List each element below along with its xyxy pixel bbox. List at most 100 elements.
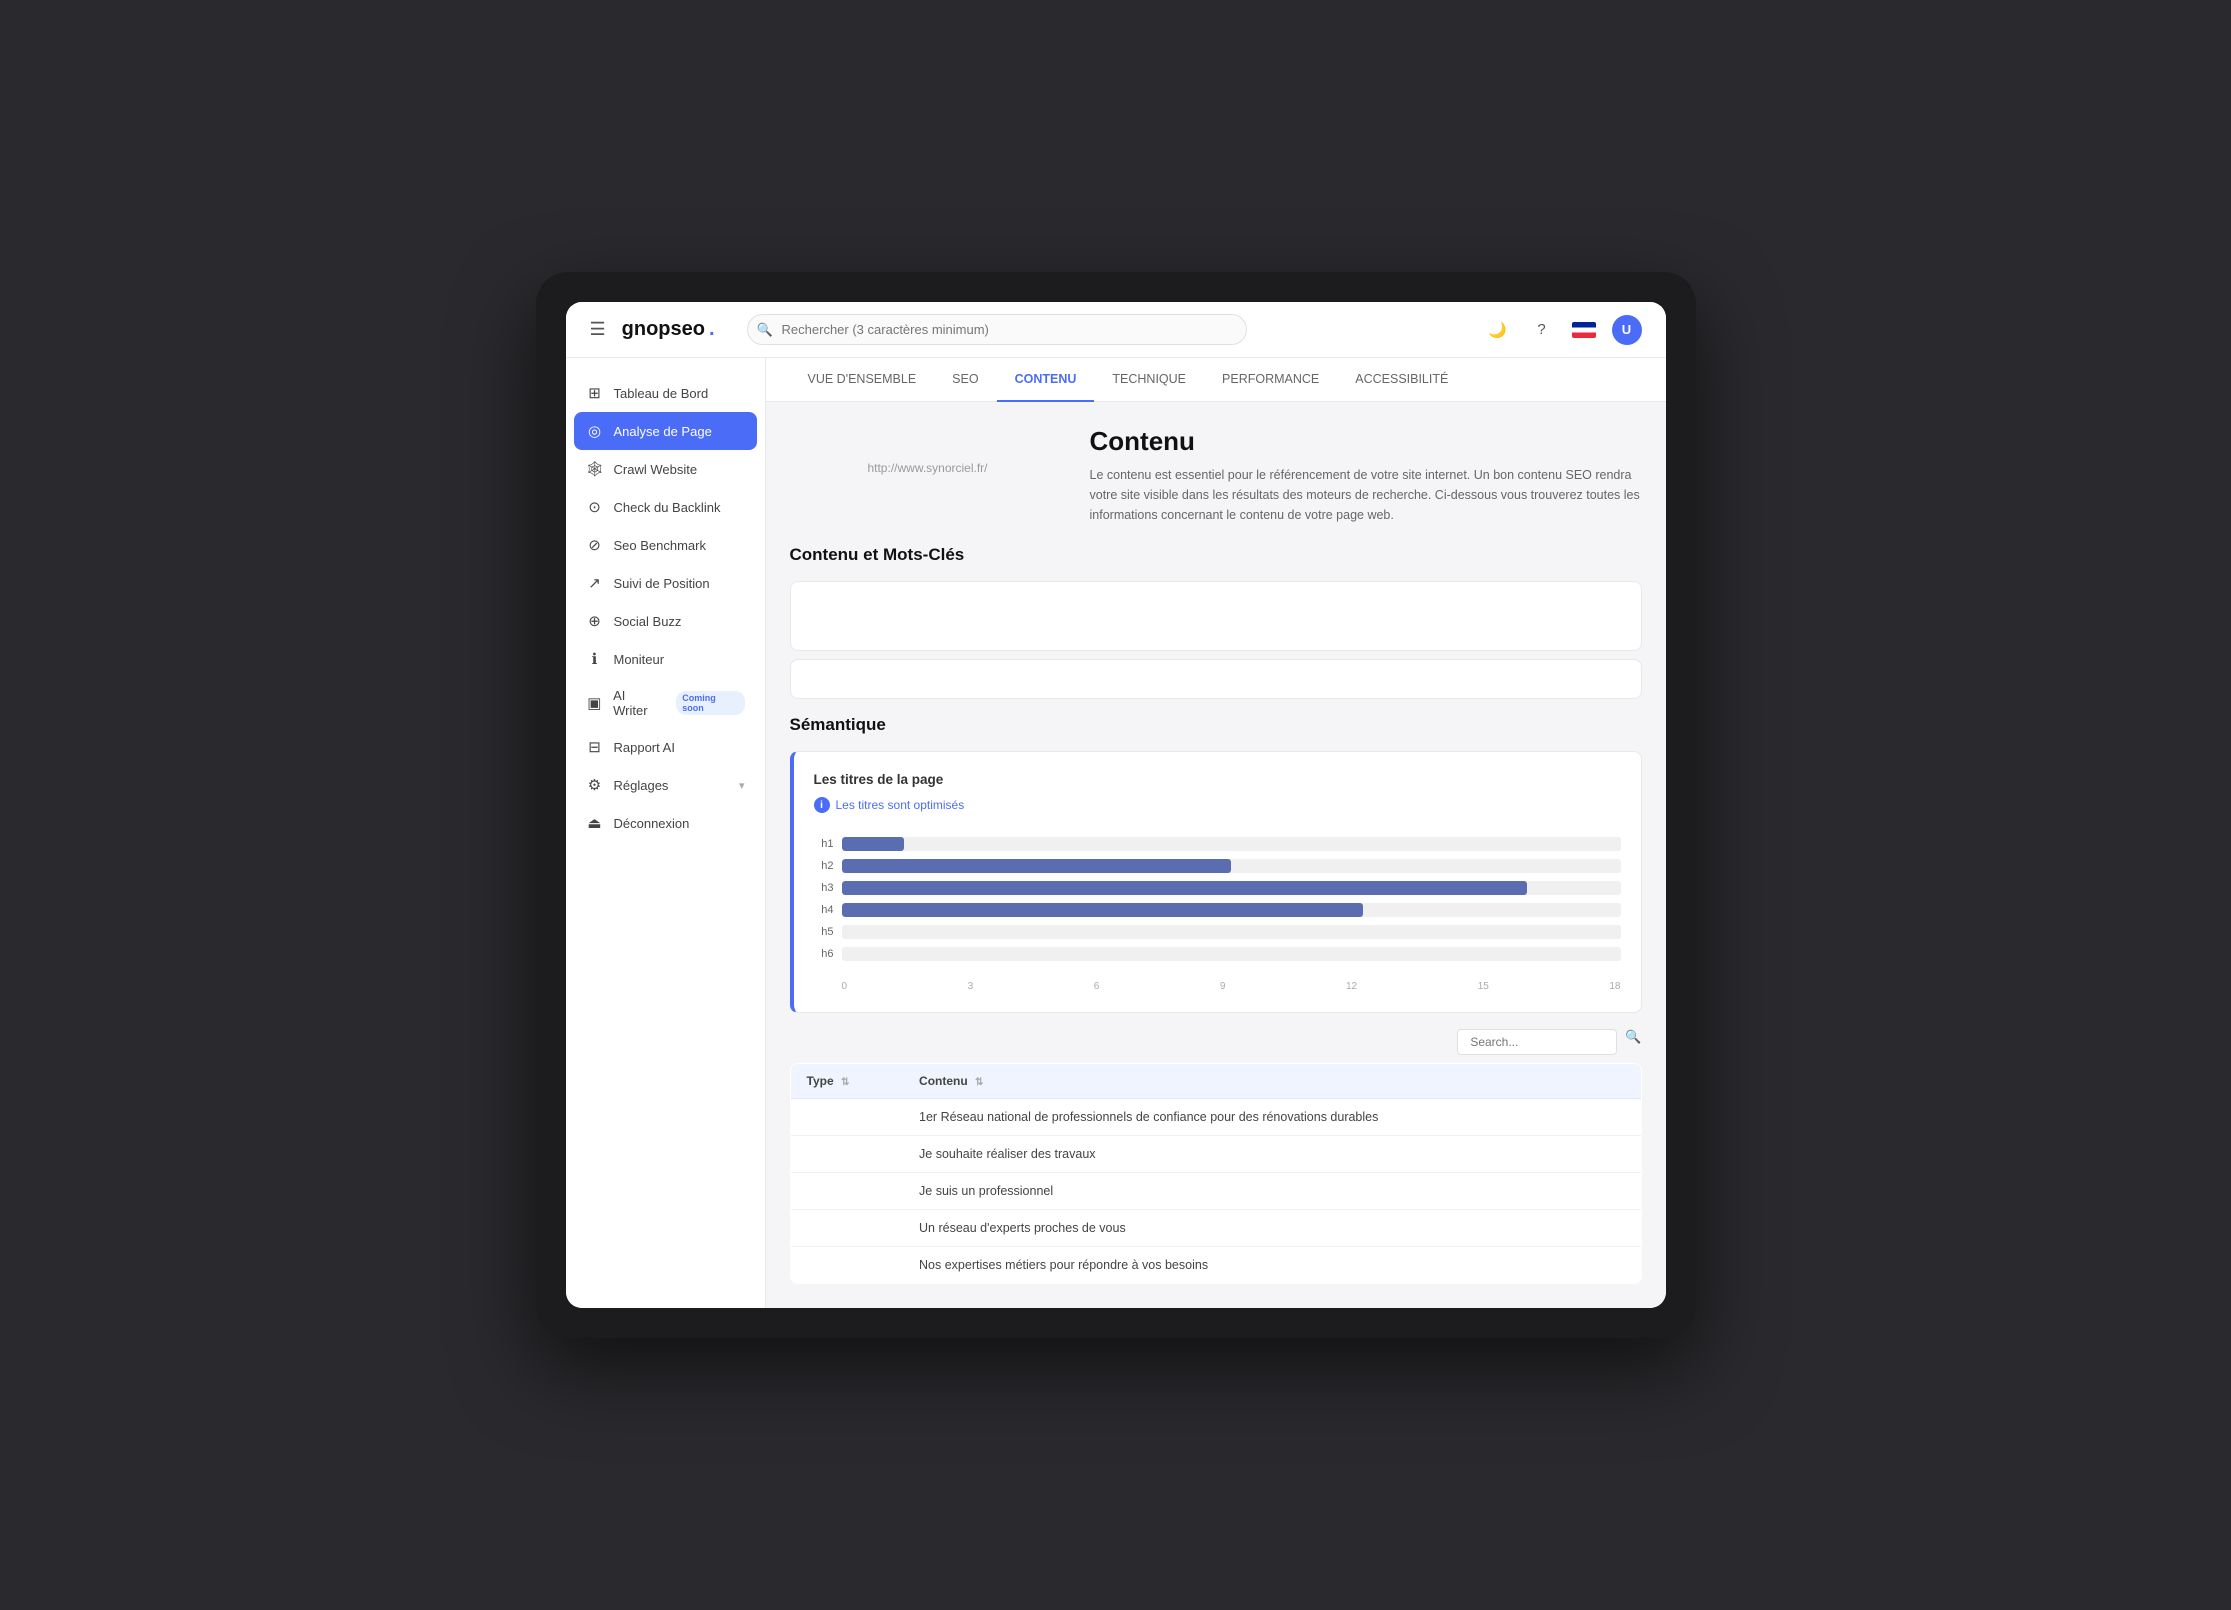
sidebar: ⊞ Tableau de Bord ◎ Analyse de Page 🕸 Cr… (566, 358, 766, 1308)
mots-cles-title: Contenu et Mots-Clés (790, 545, 1642, 565)
sidebar-label-seo-benchmark: Seo Benchmark (614, 538, 707, 553)
bar-label-h4: h4 (814, 904, 834, 916)
table-row: Je suis un professionnel (790, 1173, 1641, 1210)
cell-content-0: 1er Réseau national de professionnels de… (903, 1099, 1641, 1136)
reglages-icon: ⚙ (586, 776, 604, 794)
sidebar-label-analyse-de-page: Analyse de Page (614, 424, 712, 439)
semantique-section: Sémantique Les titres de la page i Les t… (790, 715, 1642, 1284)
bar-label-h6: h6 (814, 948, 834, 960)
sidebar-item-crawl-website[interactable]: 🕸 Crawl Website (566, 450, 765, 488)
tab-performance[interactable]: PERFORMANCE (1204, 358, 1337, 402)
col-contenu[interactable]: Contenu ⇅ (903, 1064, 1641, 1099)
language-flag-icon[interactable] (1572, 322, 1596, 338)
optimized-notice: i Les titres sont optimisés (814, 797, 1621, 813)
mots-cles-chart-placeholder (790, 581, 1642, 651)
table-row: 1er Réseau national de professionnels de… (790, 1099, 1641, 1136)
sidebar-label-rapport-ai: Rapport AI (614, 740, 675, 755)
tab-vue-ensemble[interactable]: VUE D'ENSEMBLE (790, 358, 935, 402)
content-area: VUE D'ENSEMBLE SEO CONTENU TECHNIQUE PER… (766, 358, 1666, 1308)
menu-icon[interactable]: ☰ (590, 319, 606, 340)
table-row: Un réseau d'experts proches de vous (790, 1210, 1641, 1247)
optimized-notice-text: Les titres sont optimisés (836, 798, 965, 812)
cell-content-2: Je suis un professionnel (903, 1173, 1641, 1210)
tab-accessibilite[interactable]: ACCESSIBILITÉ (1337, 358, 1466, 402)
cell-content-3: Un réseau d'experts proches de vous (903, 1210, 1641, 1247)
logo-dot: . (709, 318, 715, 341)
titres-chart-title: Les titres de la page (814, 772, 1621, 787)
tab-contenu[interactable]: CONTENU (997, 358, 1095, 402)
dark-mode-icon[interactable]: 🌙 (1484, 316, 1512, 344)
sidebar-item-suivi-de-position[interactable]: ↗ Suivi de Position (566, 564, 765, 602)
help-icon[interactable]: ? (1528, 316, 1556, 344)
page-url: http://www.synorciel.fr/ (867, 461, 987, 475)
sidebar-item-tableau-de-bord[interactable]: ⊞ Tableau de Bord (566, 374, 765, 412)
content-inner: http://www.synorciel.fr/ Contenu Le cont… (766, 402, 1666, 1308)
sidebar-label-reglages: Réglages (614, 778, 669, 793)
bar-row-h4: h4 (814, 903, 1621, 917)
bar-track-h1 (842, 837, 1621, 851)
sidebar-label-ai-writer: AI Writer (613, 688, 662, 718)
sidebar-item-seo-benchmark[interactable]: ⊘ Seo Benchmark (566, 526, 765, 564)
sidebar-label-social-buzz: Social Buzz (614, 614, 682, 629)
bar-track-h4 (842, 903, 1621, 917)
bar-label-h3: h3 (814, 882, 834, 894)
sidebar-item-ai-writer[interactable]: ▣ AI Writer Coming soon (566, 678, 765, 728)
main-layout: ⊞ Tableau de Bord ◎ Analyse de Page 🕸 Cr… (566, 358, 1666, 1308)
topbar-right: 🌙 ? U (1484, 315, 1642, 345)
bar-row-h6: h6 (814, 947, 1621, 961)
cell-content-1: Je souhaite réaliser des travaux (903, 1136, 1641, 1173)
sidebar-item-reglages[interactable]: ⚙ Réglages ▾ (566, 766, 765, 804)
analyse-de-page-icon: ◎ (586, 422, 604, 440)
sidebar-item-analyse-de-page[interactable]: ◎ Analyse de Page (574, 412, 757, 450)
table-search-area: 🔍 (790, 1029, 1642, 1055)
sidebar-label-tableau-de-bord: Tableau de Bord (614, 386, 709, 401)
sidebar-item-rapport-ai[interactable]: ⊟ Rapport AI (566, 728, 765, 766)
table-row: Je souhaite réaliser des travaux (790, 1136, 1641, 1173)
logo: gnopseo. (622, 318, 715, 341)
sidebar-label-suivi-de-position: Suivi de Position (614, 576, 710, 591)
topbar: ☰ gnopseo. 🔍 🌙 ? U (566, 302, 1666, 358)
bar-fill-h2 (842, 859, 1232, 873)
sidebar-item-check-du-backlink[interactable]: ⊙ Check du Backlink (566, 488, 765, 526)
sidebar-label-check-du-backlink: Check du Backlink (614, 500, 721, 515)
tab-technique[interactable]: TECHNIQUE (1094, 358, 1204, 402)
sidebar-item-social-buzz[interactable]: ⊕ Social Buzz (566, 602, 765, 640)
sidebar-label-moniteur: Moniteur (614, 652, 665, 667)
bar-axis: 0 3 6 9 12 15 18 (814, 981, 1621, 992)
mots-cles-chart-placeholder-2 (790, 659, 1642, 699)
deconnexion-icon: ⏏ (586, 814, 604, 832)
cell-type-1 (790, 1136, 903, 1173)
sort-icon-type: ⇅ (841, 1077, 849, 1088)
reglages-arrow-icon: ▾ (739, 779, 745, 792)
cell-type-0 (790, 1099, 903, 1136)
logo-text: gnopseo (622, 318, 705, 341)
col-type[interactable]: Type ⇅ (790, 1064, 903, 1099)
suivi-de-position-icon: ↗ (586, 574, 604, 592)
tab-seo[interactable]: SEO (934, 358, 996, 402)
avatar[interactable]: U (1612, 315, 1642, 345)
tabs-bar: VUE D'ENSEMBLE SEO CONTENU TECHNIQUE PER… (766, 358, 1666, 402)
screen: ☰ gnopseo. 🔍 🌙 ? U ⊞ Tableau de Bord (566, 302, 1666, 1308)
table-search-input[interactable] (1457, 1029, 1617, 1055)
bar-label-h2: h2 (814, 860, 834, 872)
search-input[interactable] (747, 314, 1247, 345)
info-icon: i (814, 797, 830, 813)
cell-type-4 (790, 1247, 903, 1284)
moniteur-icon: ℹ (586, 650, 604, 668)
sidebar-label-crawl-website: Crawl Website (614, 462, 698, 477)
check-du-backlink-icon: ⊙ (586, 498, 604, 516)
search-icon: 🔍 (757, 322, 773, 338)
table-row: Nos expertises métiers pour répondre à v… (790, 1247, 1641, 1284)
cell-type-2 (790, 1173, 903, 1210)
titres-chart-card: Les titres de la page i Les titres sont … (790, 751, 1642, 1013)
sidebar-item-deconnexion[interactable]: ⏏ Déconnexion (566, 804, 765, 842)
bar-track-h6 (842, 947, 1621, 961)
table-search-icon: 🔍 (1625, 1029, 1641, 1055)
sidebar-label-deconnexion: Déconnexion (614, 816, 690, 831)
coming-soon-badge: Coming soon (676, 691, 744, 715)
semantique-title: Sémantique (790, 715, 1642, 735)
device-frame: ☰ gnopseo. 🔍 🌙 ? U ⊞ Tableau de Bord (536, 272, 1696, 1338)
bar-track-h3 (842, 881, 1621, 895)
sidebar-item-moniteur[interactable]: ℹ Moniteur (566, 640, 765, 678)
section-description: Le contenu est essentiel pour le référen… (1090, 465, 1642, 525)
